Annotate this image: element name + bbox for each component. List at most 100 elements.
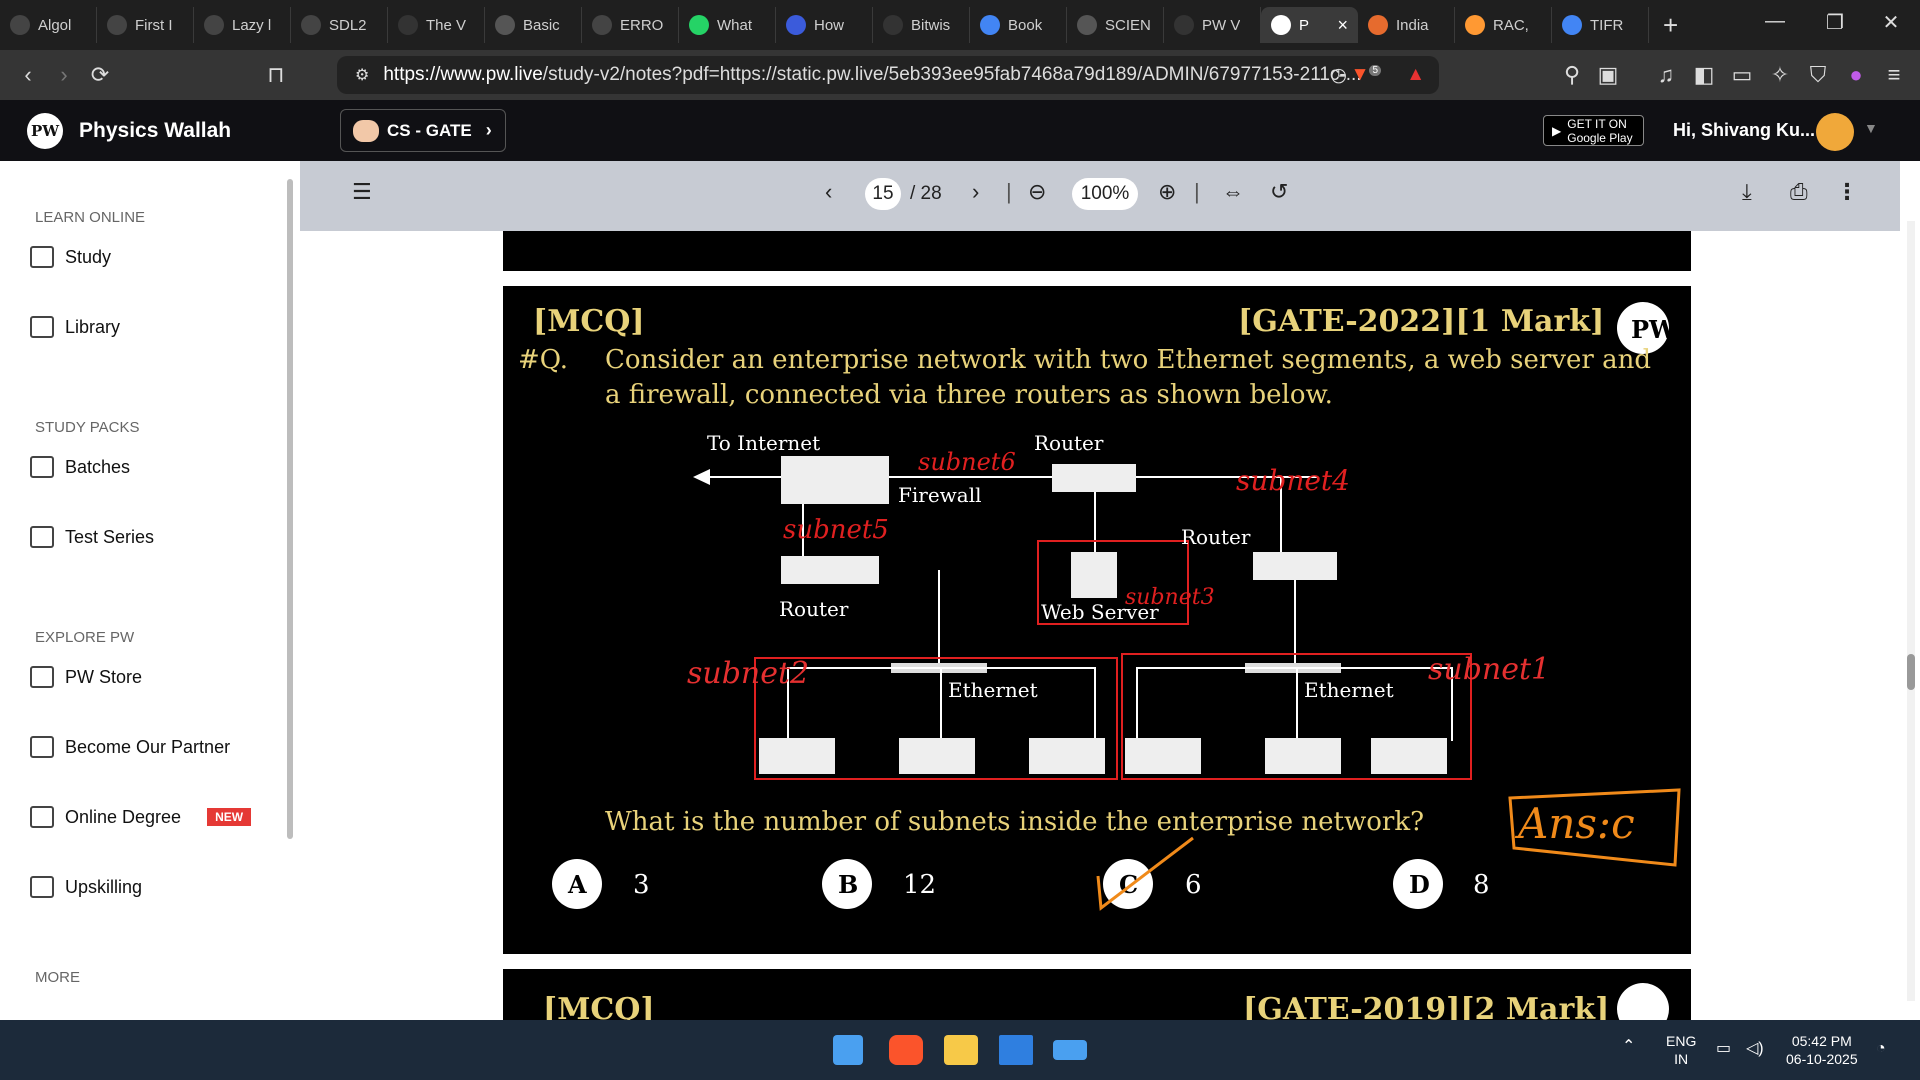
course-selector[interactable]: CS - GATE ›: [340, 109, 506, 152]
outline-menu-icon[interactable]: ☰: [352, 179, 372, 205]
vpn-icon[interactable]: ⛉: [1800, 62, 1836, 88]
google-play-badge[interactable]: ▶ GET IT ON Google Play: [1543, 115, 1644, 146]
sidebar-item-pw-store[interactable]: PW Store: [30, 666, 142, 688]
label-firewall: Firewall: [898, 483, 982, 507]
next-page-icon[interactable]: ›: [972, 179, 979, 205]
tab-12[interactable]: PW V: [1164, 7, 1261, 43]
pw-logo[interactable]: PW: [27, 112, 63, 149]
sidebar-item-study[interactable]: Study: [30, 246, 111, 268]
sidebar-item-become-our-partner[interactable]: Become Our Partner: [30, 736, 230, 758]
url-path: /study-v2/notes?pdf=https://static.pw.li…: [542, 64, 1362, 85]
annotation-subnet1: subnet1: [1428, 652, 1550, 687]
address-bar[interactable]: ⚙ https://www.pw.live/study-v2/notes?pdf…: [337, 56, 1439, 94]
brave-shield-icon[interactable]: ▼ 5: [1351, 64, 1381, 86]
tab-2[interactable]: Lazy l: [194, 7, 291, 43]
computer-icon: [899, 738, 975, 774]
tab-label: What: [717, 16, 753, 34]
sidebar-item-upskilling[interactable]: Upskilling: [30, 876, 142, 898]
next-slide-tag: [MCQ]: [543, 992, 655, 1020]
tab-16[interactable]: TIFR: [1552, 7, 1649, 43]
leo-icon[interactable]: ✧: [1762, 62, 1798, 88]
sidebar-toggle-icon[interactable]: ◧: [1686, 62, 1722, 88]
extensions-icon[interactable]: ⚲: [1554, 62, 1590, 88]
keyboard-icon[interactable]: [1053, 1040, 1087, 1060]
tab-label: Lazy l: [232, 16, 272, 34]
site-info-icon[interactable]: ⚙: [355, 65, 369, 85]
tab-15[interactable]: RAC,: [1455, 7, 1552, 43]
tab-9[interactable]: Bitwis: [873, 7, 970, 43]
option-c-value: 6: [1185, 870, 1202, 900]
tab-5[interactable]: Basic: [485, 7, 582, 43]
sidebar-item-test-series[interactable]: Test Series: [30, 526, 154, 548]
fit-width-icon[interactable]: ⇔: [1222, 179, 1244, 205]
network-icon[interactable]: ▭: [1716, 1040, 1731, 1058]
clock[interactable]: 05:42 PM 06-10-2025: [1786, 1032, 1858, 1068]
tab-1[interactable]: First I: [97, 7, 194, 43]
close-window-icon[interactable]: ✕: [1876, 10, 1906, 35]
scroll-thumb[interactable]: [1907, 654, 1915, 690]
reload-icon[interactable]: ⟳: [82, 62, 118, 88]
user-greeting[interactable]: Hi, Shivang Ku...: [1673, 120, 1815, 141]
tab-10[interactable]: Book: [970, 7, 1067, 43]
annotation-answer: Ans:c: [1514, 799, 1635, 848]
prev-page-icon[interactable]: ‹: [825, 179, 832, 205]
brand-name[interactable]: Physics Wallah: [79, 119, 231, 143]
profile-icon[interactable]: ●: [1838, 62, 1874, 88]
sidebar-item-batches[interactable]: Batches: [30, 456, 130, 478]
rotate-icon[interactable]: ↺: [1270, 179, 1288, 205]
zoom-out-icon[interactable]: ⊖: [1028, 179, 1046, 205]
flag-icon: [1465, 15, 1485, 35]
maximize-icon[interactable]: ❐: [1820, 10, 1850, 35]
close-tab-icon[interactable]: ×: [1337, 15, 1348, 36]
tab-6[interactable]: ERRO: [582, 7, 679, 43]
option-b-value: 12: [903, 870, 936, 900]
media-icon[interactable]: ♫: [1648, 62, 1684, 88]
new-tab-icon[interactable]: +: [1663, 10, 1693, 41]
divider: |: [1006, 179, 1012, 204]
sidebar-section-title: EXPLORE PW: [35, 629, 135, 646]
label-router-top: Router: [1034, 431, 1104, 455]
wordpress-icon: [398, 15, 418, 35]
tab-11[interactable]: SCIEN: [1067, 7, 1164, 43]
tab-13[interactable]: P ×: [1261, 7, 1358, 43]
label-ethernet2: Ethernet: [1304, 678, 1394, 702]
zoom-in-icon[interactable]: ⊕: [1158, 179, 1176, 205]
chevron-up-icon[interactable]: ⌃: [1622, 1038, 1635, 1056]
rewards-icon[interactable]: ▲: [1406, 64, 1425, 86]
language-indicator[interactable]: ENG IN: [1666, 1032, 1696, 1068]
sidebar-item-library[interactable]: Library: [30, 316, 120, 338]
page-number-input[interactable]: 15: [865, 178, 901, 210]
url-host: https://www.pw.live: [383, 64, 543, 85]
more-options-icon[interactable]: ⋮: [1836, 179, 1858, 205]
taskbar: ⌃ ENG IN ▭ ◁) 05:42 PM 06-10-2025 ◔: [0, 1020, 1920, 1080]
zoom-level[interactable]: 100%: [1072, 178, 1138, 210]
print-icon[interactable]: ⎙: [1790, 179, 1808, 205]
chevron-down-icon[interactable]: ▼: [1864, 120, 1878, 136]
todo-icon[interactable]: [999, 1035, 1033, 1065]
sidebar-item-online-degree[interactable]: Online Degree NEW: [30, 806, 252, 828]
tab-4[interactable]: The V: [388, 7, 485, 43]
sidebar-scrollbar[interactable]: [287, 179, 293, 839]
minimize-icon[interactable]: —: [1760, 10, 1790, 33]
tab-3[interactable]: SDL2: [291, 7, 388, 43]
brave-taskbar-icon[interactable]: [889, 1035, 923, 1065]
tab-0[interactable]: Algol: [0, 7, 97, 43]
back-icon[interactable]: ‹: [10, 62, 46, 88]
menu-icon[interactable]: ≡: [1876, 62, 1912, 88]
file-explorer-icon[interactable]: [944, 1035, 978, 1065]
tab-7[interactable]: What: [679, 7, 776, 43]
bookmark-icon[interactable]: ⊓: [258, 62, 294, 88]
history-icon[interactable]: ◷: [1330, 64, 1347, 87]
wallet-icon[interactable]: ▭: [1724, 62, 1760, 88]
pdf-scrollbar[interactable]: [1907, 221, 1915, 1001]
tab-8[interactable]: How: [776, 7, 873, 43]
avatar[interactable]: [1816, 113, 1854, 151]
forward-icon[interactable]: ›: [46, 62, 82, 88]
start-icon[interactable]: [833, 1035, 863, 1065]
github-icon: [10, 15, 30, 35]
tab-14[interactable]: India: [1358, 7, 1455, 43]
volume-icon[interactable]: ◁): [1746, 1040, 1764, 1058]
notification-icon[interactable]: ◔: [1876, 1040, 1886, 1058]
download-icon[interactable]: ⤓: [1742, 179, 1752, 205]
reader-icon[interactable]: ▣: [1590, 62, 1626, 88]
